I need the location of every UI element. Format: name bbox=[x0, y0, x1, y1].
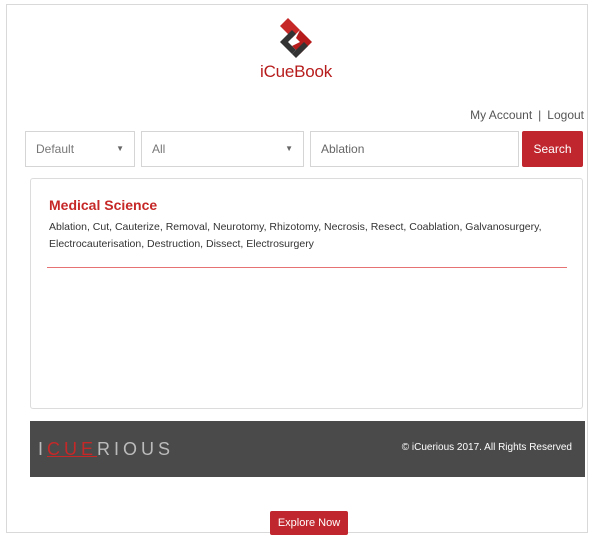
category-select[interactable]: All ▼ bbox=[141, 131, 304, 167]
wordmark-suffix: RIOUS bbox=[97, 439, 175, 459]
category-select-value: All bbox=[152, 142, 166, 156]
logout-link[interactable]: Logout bbox=[547, 108, 584, 122]
diamond-logo-icon bbox=[280, 18, 312, 58]
wordmark-highlight: CUE bbox=[47, 439, 98, 459]
source-select[interactable]: Default ▼ bbox=[25, 131, 135, 167]
wordmark-prefix: I bbox=[38, 439, 48, 459]
brand-name: iCueBook bbox=[260, 62, 333, 81]
my-account-link[interactable]: My Account bbox=[470, 108, 532, 122]
result-category: Medical Science bbox=[49, 197, 158, 213]
account-links: My Account | Logout bbox=[470, 108, 584, 122]
results-panel: Medical Science Ablation, Cut, Cauterize… bbox=[30, 178, 583, 409]
result-terms: Ablation, Cut, Cauterize, Removal, Neuro… bbox=[49, 221, 542, 250]
search-input[interactable]: Ablation bbox=[310, 131, 519, 167]
divider bbox=[47, 267, 567, 268]
explore-now-button[interactable]: Explore Now bbox=[270, 511, 348, 535]
copyright-text: © iCuerious 2017. All Rights Reserved bbox=[401, 442, 572, 453]
source-select-value: Default bbox=[36, 142, 75, 156]
chevron-down-icon: ▼ bbox=[285, 144, 293, 153]
footer: ICUERIOUS © iCuerious 2017. All Rights R… bbox=[30, 421, 585, 477]
footer-logo: ICUERIOUS bbox=[38, 439, 174, 460]
search-button[interactable]: Search bbox=[522, 131, 583, 167]
separator: | bbox=[538, 108, 542, 122]
chevron-down-icon: ▼ bbox=[116, 144, 124, 153]
